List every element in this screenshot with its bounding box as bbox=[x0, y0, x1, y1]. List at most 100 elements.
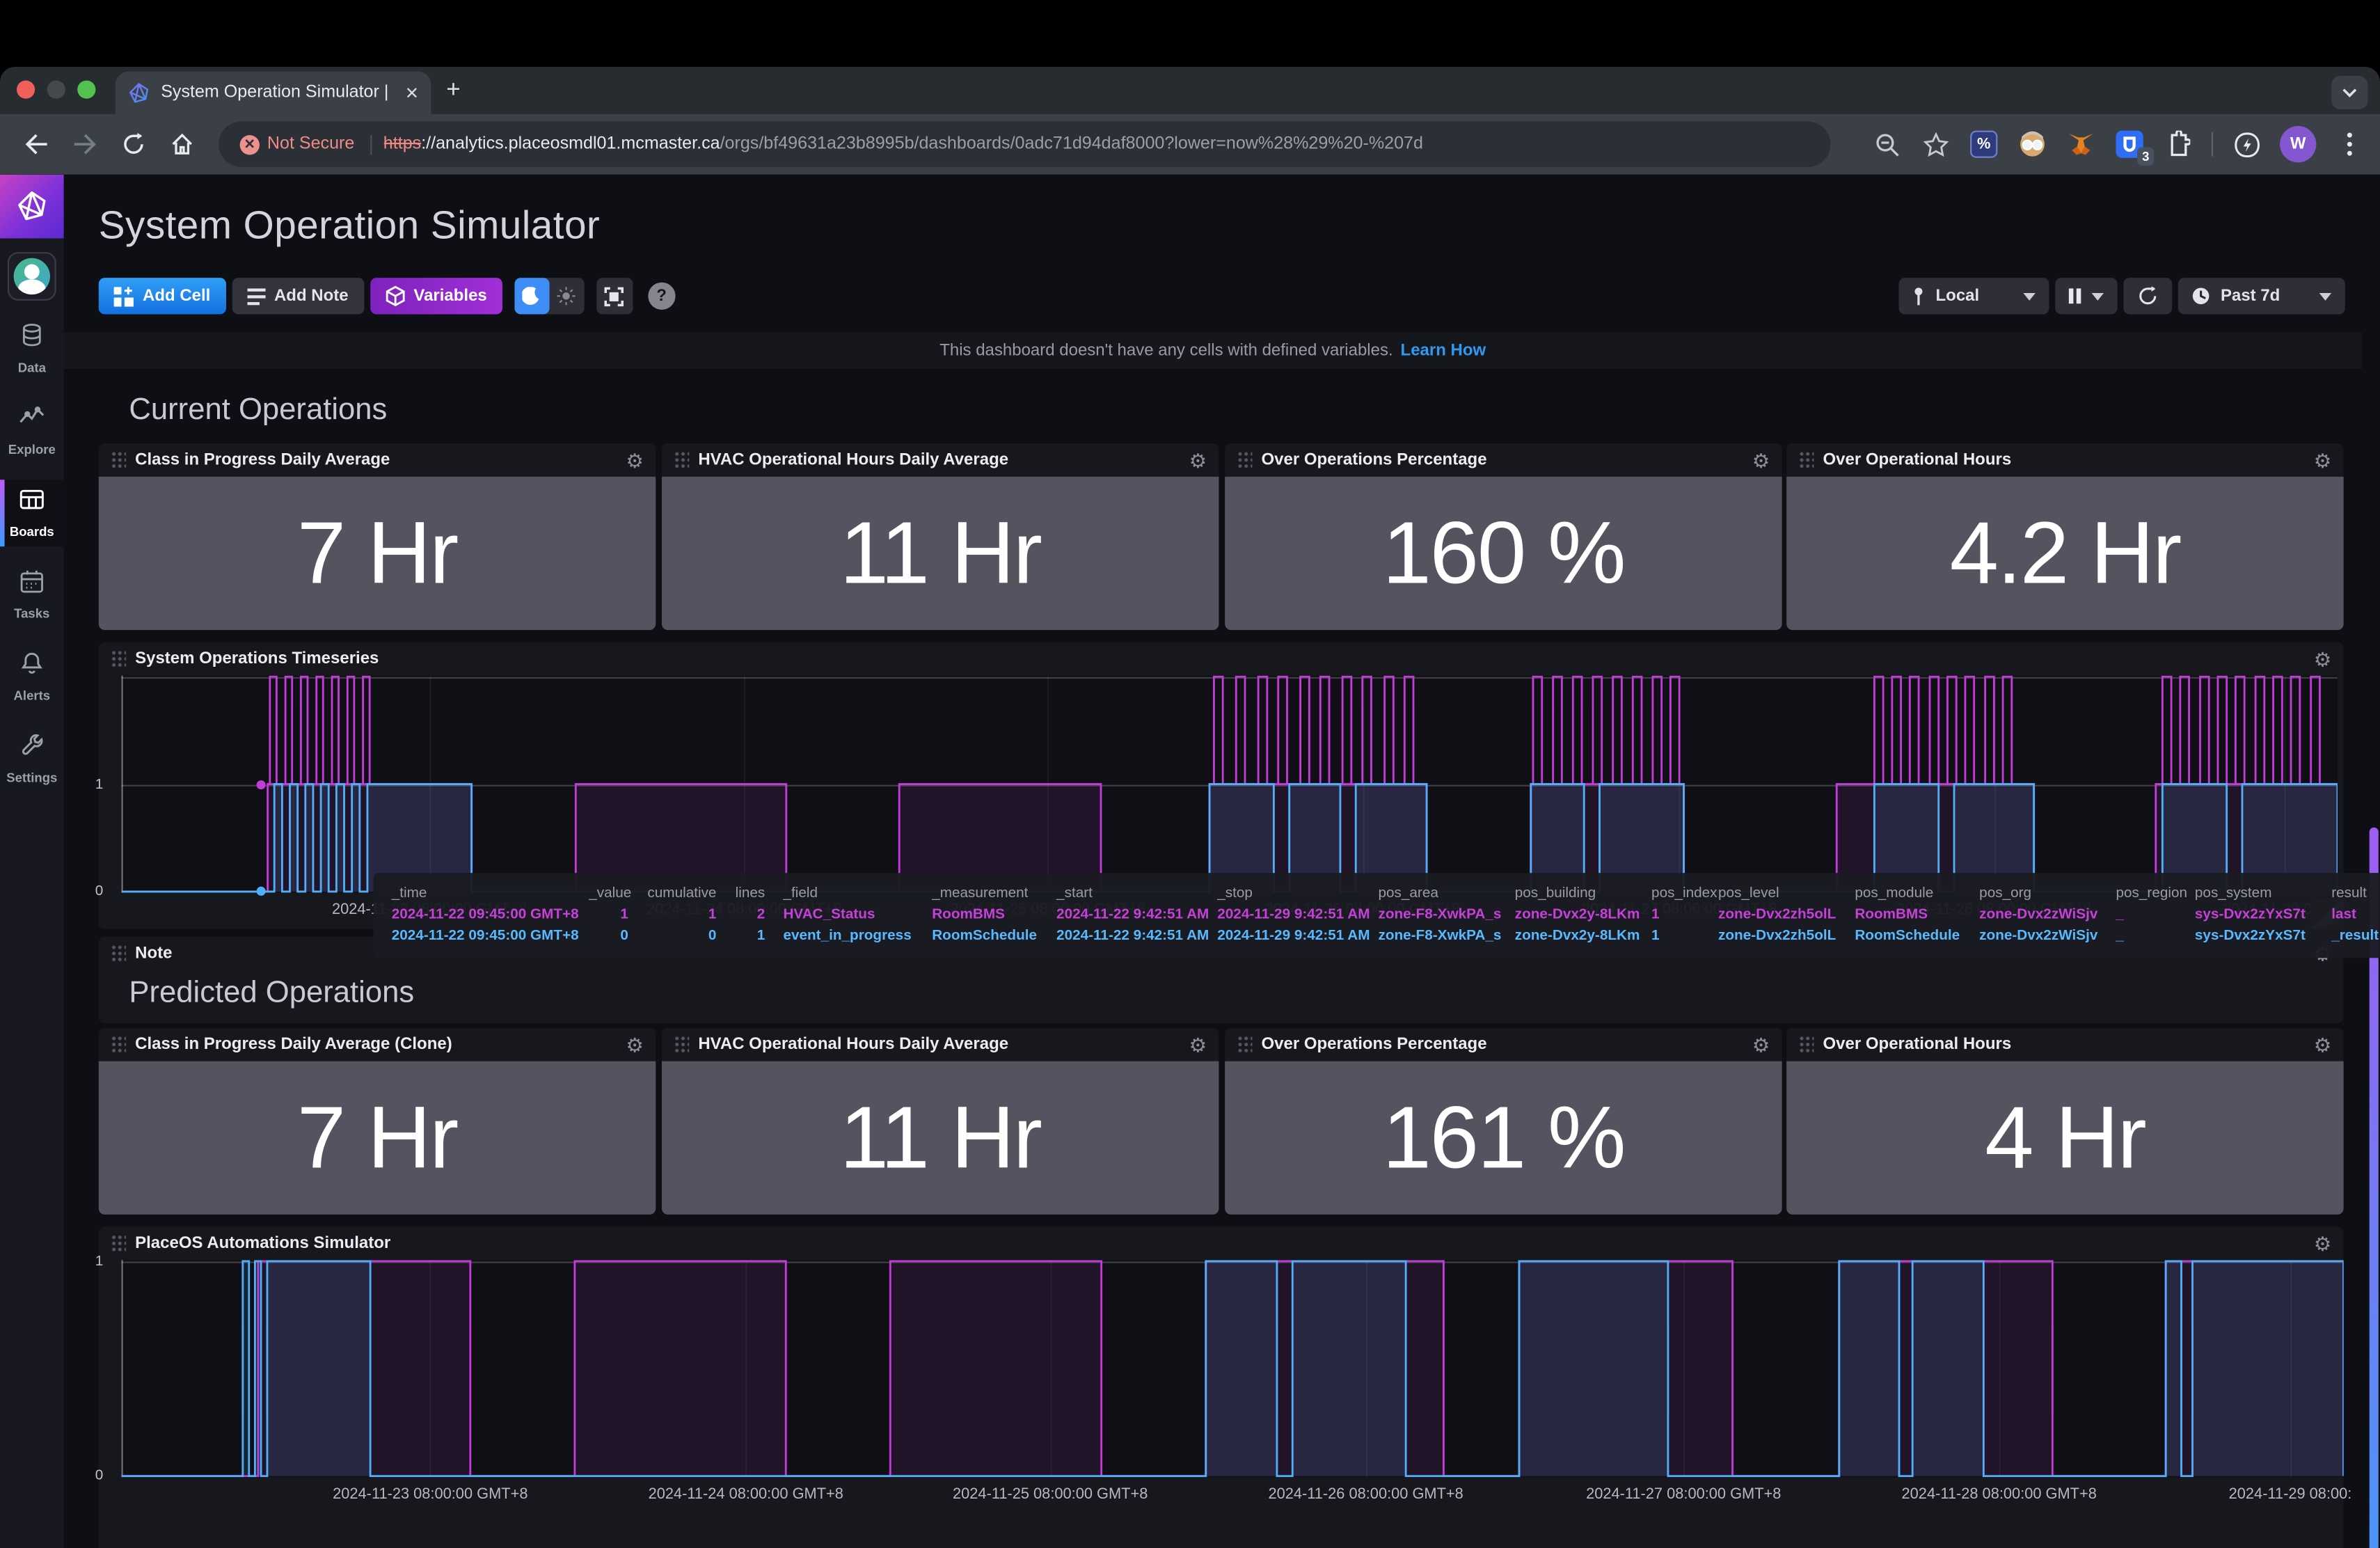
drag-handle-icon[interactable] bbox=[111, 1234, 126, 1252]
reload-icon[interactable] bbox=[116, 126, 152, 162]
new-tab-button[interactable]: + bbox=[446, 79, 460, 103]
window-controls[interactable] bbox=[17, 81, 95, 99]
extension-metamask-icon[interactable] bbox=[2066, 129, 2097, 159]
drag-handle-icon[interactable] bbox=[111, 1036, 126, 1054]
back-icon[interactable] bbox=[18, 126, 54, 162]
tab-close-icon[interactable]: ✕ bbox=[405, 83, 419, 102]
add-note-button[interactable]: Add Note bbox=[232, 278, 364, 314]
refresh-button[interactable] bbox=[2123, 278, 2172, 314]
bookmark-star-icon[interactable] bbox=[1920, 129, 1951, 159]
gear-icon[interactable]: ⚙ bbox=[2314, 450, 2331, 470]
x-axis-label: 2024-11-26 08:00:00 GMT+8 bbox=[1268, 1486, 1463, 1503]
sidebar-item-explore[interactable]: Explore bbox=[0, 397, 64, 464]
extension-shield-percent-icon[interactable]: % bbox=[1969, 129, 1999, 159]
add-cell-button[interactable]: Add Cell bbox=[99, 278, 225, 314]
gear-icon[interactable]: ⚙ bbox=[1189, 1034, 1207, 1054]
sidebar-item-settings[interactable]: Settings bbox=[0, 726, 64, 793]
pause-refresh-dropdown[interactable] bbox=[2055, 278, 2117, 314]
extension-bitwarden-icon[interactable]: 3 bbox=[2114, 129, 2145, 159]
drag-handle-icon[interactable] bbox=[1237, 1036, 1253, 1054]
dark-mode-moon-icon[interactable] bbox=[514, 278, 549, 314]
timezone-dropdown[interactable]: Local bbox=[1899, 278, 2049, 314]
tooltip-value: zone-Dvx2zWiSjv bbox=[1979, 906, 2116, 923]
tab-search-button[interactable] bbox=[2331, 76, 2367, 109]
drag-handle-icon[interactable] bbox=[111, 945, 126, 963]
variables-cube-icon bbox=[385, 285, 404, 307]
waveform-svg bbox=[121, 1260, 2343, 1477]
battery-saver-icon[interactable] bbox=[2231, 129, 2262, 159]
url-text: https://analytics.placeosmdl01.mcmaster.… bbox=[383, 135, 1423, 153]
theme-toggle[interactable] bbox=[514, 278, 584, 314]
tooltip-column-header: pos_index bbox=[1651, 885, 1718, 902]
tooltip-column-header: pos_building bbox=[1515, 885, 1651, 902]
home-icon[interactable] bbox=[164, 126, 200, 162]
sidebar-item-label: Tasks bbox=[14, 606, 49, 621]
address-bar[interactable]: ✕ Not Secure https://analytics.placeosmd… bbox=[219, 121, 1830, 166]
tooltip-table: _time_valuecumulativelines_field_measure… bbox=[392, 885, 2380, 945]
minimize-window-button[interactable] bbox=[47, 81, 65, 99]
browser-tabstrip: System Operation Simulator | ✕ + bbox=[0, 67, 2380, 114]
help-icon[interactable]: ? bbox=[648, 283, 675, 310]
forward-icon[interactable] bbox=[67, 126, 103, 162]
gear-icon[interactable]: ⚙ bbox=[626, 1034, 643, 1054]
stat-cell: HVAC Operational Hours Daily Average⚙11 … bbox=[662, 1028, 1219, 1215]
sidebar-item-data[interactable]: Data bbox=[0, 316, 64, 383]
gear-icon[interactable]: ⚙ bbox=[2314, 1034, 2331, 1054]
tooltip-value: _result bbox=[2331, 928, 2380, 945]
time-range-dropdown[interactable]: Past 7d bbox=[2178, 278, 2345, 314]
extensions-puzzle-icon[interactable] bbox=[2163, 129, 2193, 159]
zoom-window-button[interactable] bbox=[77, 81, 95, 99]
browser-tab[interactable]: System Operation Simulator | ✕ bbox=[116, 72, 431, 114]
pause-icon bbox=[2069, 288, 2081, 303]
not-secure-chip[interactable]: ✕ Not Secure bbox=[240, 134, 372, 154]
url-path: /orgs/bf49631a23b8995b/dashboards/0adc71… bbox=[720, 135, 1423, 153]
tooltip-value: RoomSchedule bbox=[1855, 928, 1979, 945]
window-top-bar bbox=[0, 0, 2380, 67]
variables-button[interactable]: Variables bbox=[370, 278, 502, 314]
timeseries-plot[interactable]: 102024-11-23 08:00:00 GMT+82024-11-24 08… bbox=[121, 676, 2337, 893]
drag-handle-icon[interactable] bbox=[111, 451, 126, 469]
gear-icon[interactable]: ⚙ bbox=[1189, 450, 1207, 470]
chevron-down-icon bbox=[2092, 292, 2104, 300]
influxdb-logo[interactable] bbox=[0, 175, 64, 239]
tooltip-value: 2024-11-22 09:45:00 GMT+8 bbox=[392, 906, 589, 923]
automations-plot[interactable]: 102024-11-23 08:00:00 GMT+82024-11-24 08… bbox=[121, 1260, 2343, 1477]
learn-how-link[interactable]: Learn How bbox=[1401, 342, 1486, 360]
gear-icon[interactable]: ⚙ bbox=[626, 450, 643, 470]
drag-handle-icon[interactable] bbox=[1799, 1036, 1814, 1054]
refresh-icon bbox=[2137, 285, 2159, 307]
gear-icon[interactable]: ⚙ bbox=[2314, 1233, 2331, 1253]
gear-icon[interactable]: ⚙ bbox=[1752, 450, 1770, 470]
sidebar-item-boards[interactable]: Boards bbox=[0, 480, 64, 546]
drag-handle-icon[interactable] bbox=[111, 650, 126, 668]
drag-handle-icon[interactable] bbox=[1237, 451, 1253, 469]
gear-icon[interactable]: ⚙ bbox=[2314, 649, 2331, 668]
profile-avatar[interactable]: W bbox=[2280, 126, 2316, 162]
hover-tooltip: _time_valuecumulativelines_field_measure… bbox=[374, 873, 2380, 958]
cell-header: System Operations Timeseries ⚙ bbox=[99, 642, 2344, 676]
influxdb-app: Data Explore Boards Tasks Alerts Settings Sys… bbox=[0, 175, 2380, 1548]
tooltip-value: 2024-11-22 9:42:51 AM bbox=[1056, 906, 1217, 923]
browser-menu-icon[interactable] bbox=[2335, 129, 2365, 159]
cell-title: HVAC Operational Hours Daily Average bbox=[698, 1036, 1180, 1054]
light-mode-sun-icon[interactable] bbox=[549, 278, 584, 314]
sidebar-item-alerts[interactable]: Alerts bbox=[0, 644, 64, 711]
drag-handle-icon[interactable] bbox=[674, 1036, 689, 1054]
user-avatar[interactable] bbox=[8, 252, 56, 301]
calendar-icon bbox=[18, 568, 45, 603]
cell-header: Class in Progress Daily Average⚙ bbox=[99, 443, 656, 477]
zoom-out-icon[interactable] bbox=[1871, 129, 1902, 159]
drag-handle-icon[interactable] bbox=[674, 451, 689, 469]
sidebar-item-tasks[interactable]: Tasks bbox=[0, 562, 64, 629]
gear-icon[interactable]: ⚙ bbox=[1752, 1034, 1770, 1054]
user-avatar-icon bbox=[14, 258, 50, 294]
presentation-mode-button[interactable] bbox=[596, 278, 633, 314]
browser-toolbar: ✕ Not Secure https://analytics.placeosmd… bbox=[0, 114, 2380, 175]
tooltip-value: _ bbox=[2116, 906, 2194, 923]
drag-handle-icon[interactable] bbox=[1799, 451, 1814, 469]
tooltip-column-header: result bbox=[2331, 885, 2380, 902]
close-window-button[interactable] bbox=[17, 81, 35, 99]
extension-avatar-icon[interactable] bbox=[2017, 129, 2048, 159]
page-title[interactable]: System Operation Simulator bbox=[99, 202, 600, 249]
tooltip-value: zone-Dvx2zh5olL bbox=[1718, 906, 1855, 923]
